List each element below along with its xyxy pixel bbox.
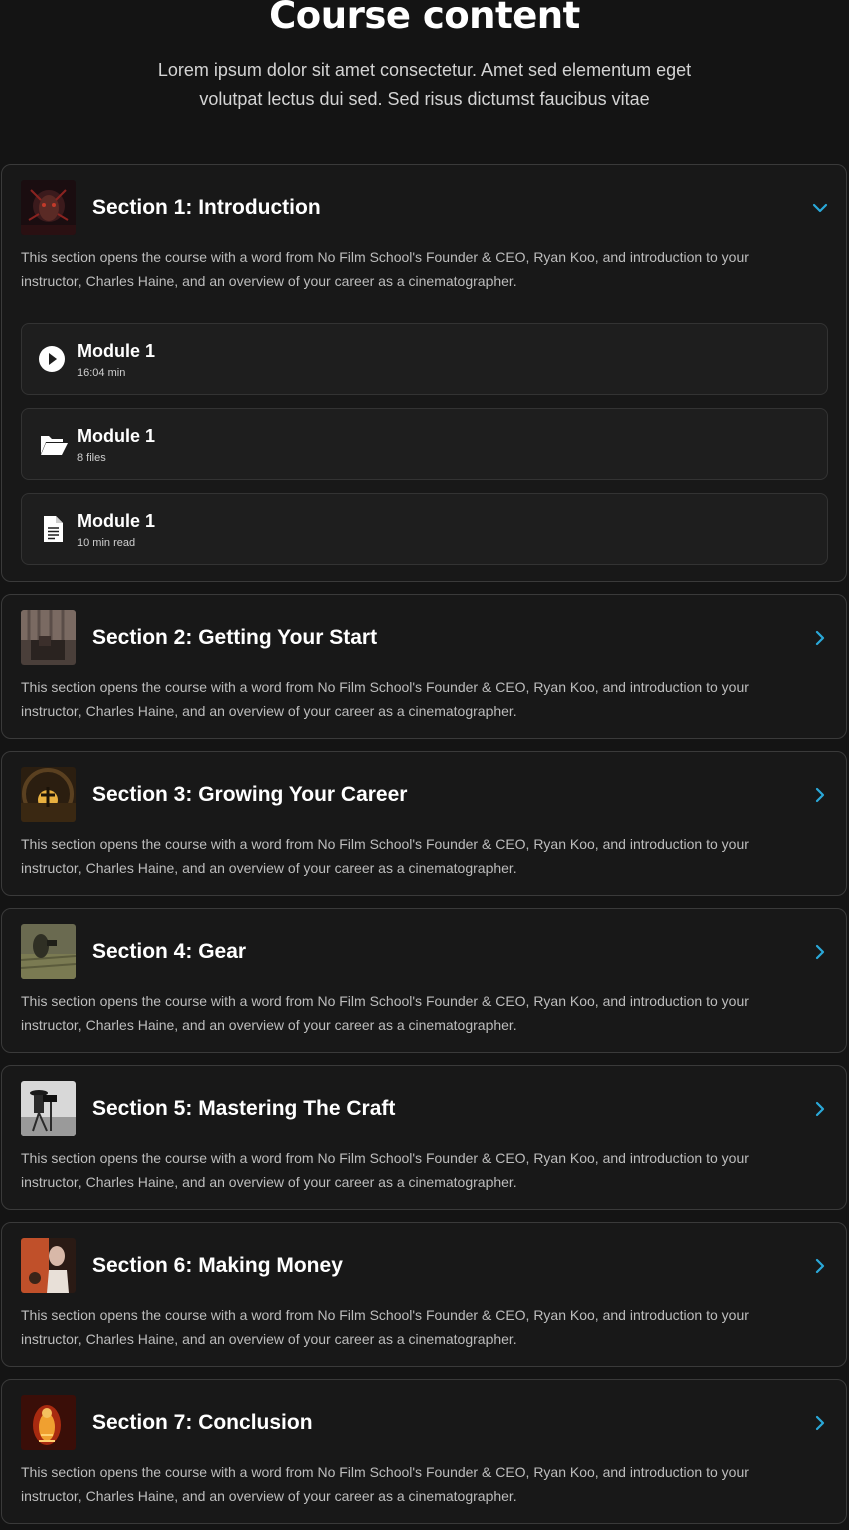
section-card-2: Section 2: Getting Your Start This secti…: [1, 594, 847, 739]
section-title: Section 3: Growing Your Career: [92, 783, 408, 806]
module-file-count: 8 files: [77, 452, 106, 464]
module-item-reading[interactable]: Module 1 10 min read: [21, 493, 828, 565]
section-description: This section opens the course with a wor…: [21, 1150, 749, 1190]
chevron-right-icon[interactable]: [808, 626, 832, 650]
section-header-2[interactable]: Section 2: Getting Your Start: [21, 610, 832, 666]
chevron-right-icon[interactable]: [808, 783, 832, 807]
section-title: Section 5: Mastering The Craft: [92, 1097, 396, 1120]
section-description: This section opens the course with a wor…: [21, 993, 749, 1033]
section-header-6[interactable]: Section 6: Making Money: [21, 1238, 832, 1294]
section-description: This section opens the course with a wor…: [21, 249, 749, 289]
module-read-time: 10 min read: [77, 537, 136, 549]
module-duration: 16:04 min: [77, 367, 126, 379]
section-header-3[interactable]: Section 3: Growing Your Career: [21, 767, 832, 823]
section-7-thumbnail: [21, 1395, 76, 1450]
chevron-right-icon[interactable]: [808, 1254, 832, 1278]
section-description: This section opens the course with a wor…: [21, 1307, 749, 1347]
folder-open-icon: [39, 429, 69, 459]
section-title: Section 1: Introduction: [92, 196, 321, 219]
chevron-right-icon[interactable]: [808, 1411, 832, 1435]
section-3-thumbnail: [21, 767, 76, 822]
section-card-4: Section 4: Gear This section opens the c…: [1, 908, 847, 1053]
section-6-thumbnail: [21, 1238, 76, 1293]
section-header-1[interactable]: Section 1: Introduction: [21, 180, 832, 236]
section-title: Section 6: Making Money: [92, 1254, 343, 1277]
section-2-thumbnail: [21, 610, 76, 665]
section-description: This section opens the course with a wor…: [21, 679, 749, 719]
section-description: This section opens the course with a wor…: [21, 1464, 749, 1504]
section-title: Section 7: Conclusion: [92, 1411, 313, 1434]
section-description: This section opens the course with a wor…: [21, 836, 749, 876]
section-1-thumbnail: [21, 180, 76, 235]
section-5-thumbnail: [21, 1081, 76, 1136]
section-card-1: Section 1: Introduction This section ope…: [1, 164, 847, 582]
chevron-down-icon[interactable]: [808, 196, 832, 220]
module-title: Module 1: [77, 341, 156, 361]
section-card-3: Section 3: Growing Your Career This sect…: [1, 751, 847, 896]
section-header-5[interactable]: Section 5: Mastering The Craft: [21, 1081, 832, 1137]
document-icon: [39, 514, 69, 544]
module-item-files[interactable]: Module 1 8 files: [21, 408, 828, 480]
page-subtitle: Lorem ipsum dolor sit amet consectetur. …: [157, 60, 692, 109]
module-item-video[interactable]: Module 1 16:04 min: [21, 323, 828, 395]
section-card-5: Section 5: Mastering The Craft This sect…: [1, 1065, 847, 1210]
page-header: Course content Lorem ipsum dolor sit ame…: [0, 0, 849, 164]
section-header-4[interactable]: Section 4: Gear: [21, 924, 832, 980]
module-title: Module 1: [77, 426, 156, 446]
section-4-thumbnail: [21, 924, 76, 979]
page-title: Course content: [269, 0, 580, 37]
section-header-7[interactable]: Section 7: Conclusion: [21, 1395, 832, 1451]
section-card-6: Section 6: Making Money This section ope…: [1, 1222, 847, 1367]
section-title: Section 2: Getting Your Start: [92, 626, 378, 649]
section-card-7: Section 7: Conclusion This section opens…: [1, 1379, 847, 1524]
chevron-right-icon[interactable]: [808, 940, 832, 964]
chevron-right-icon[interactable]: [808, 1097, 832, 1121]
module-title: Module 1: [77, 511, 156, 531]
section-title: Section 4: Gear: [92, 940, 247, 963]
play-icon: [39, 344, 69, 374]
